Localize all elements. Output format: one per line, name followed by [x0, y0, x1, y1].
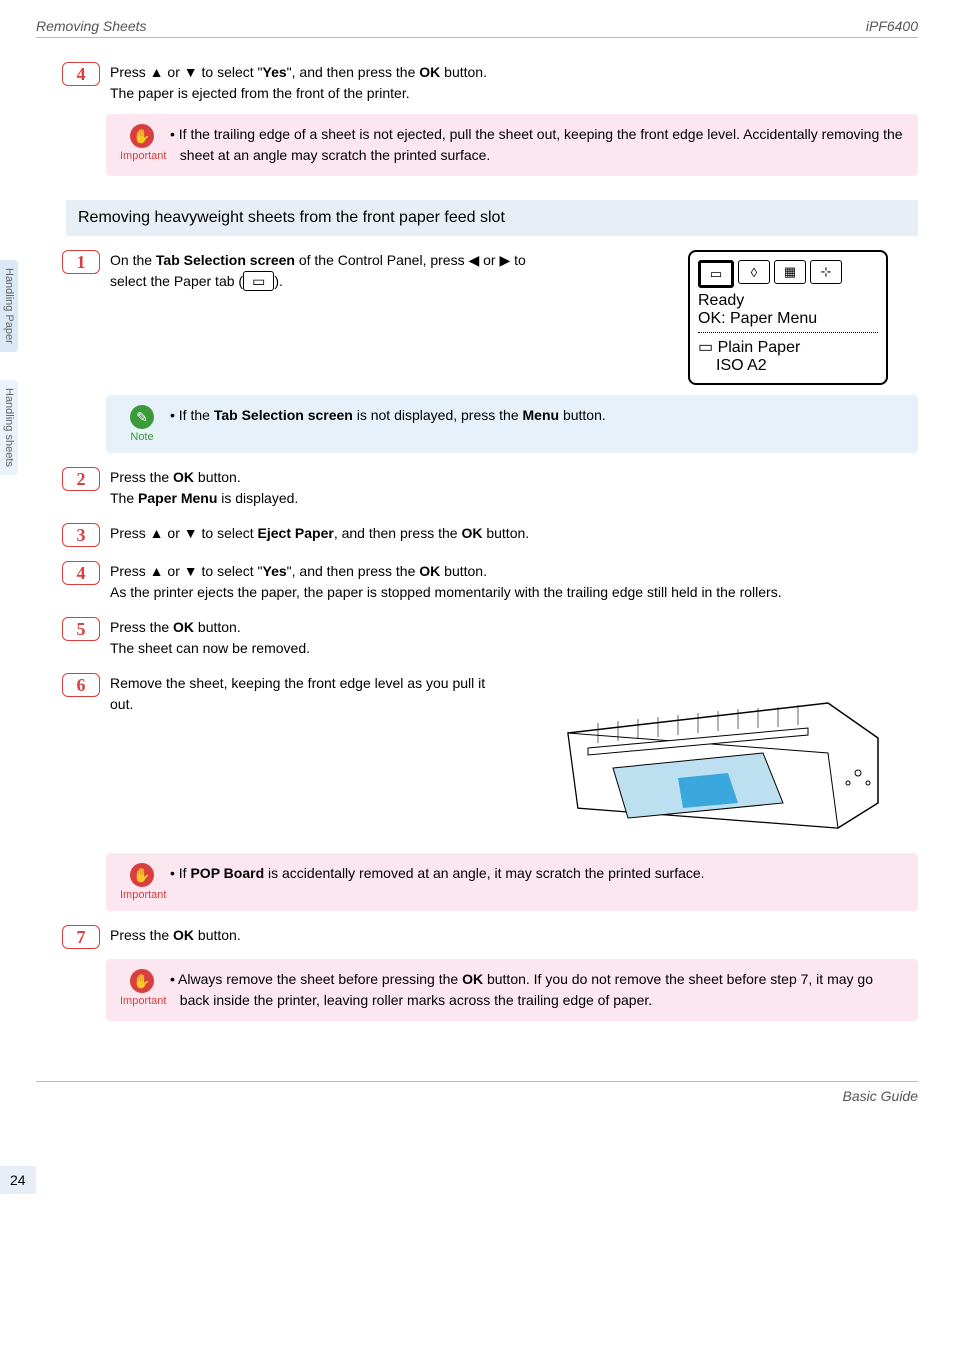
step-6-text: Remove the sheet, keeping the front edge… — [110, 673, 508, 843]
header-right: iPF6400 — [866, 18, 918, 34]
lcd-line-papertype: ▭ Plain Paper — [698, 337, 878, 357]
side-tab-handling-paper: Handling Paper — [0, 260, 18, 352]
lcd-tab-paper-icon: ▭ — [698, 260, 734, 288]
header-left: Removing Sheets — [36, 18, 147, 34]
step-7-text: Press the OK button. — [110, 925, 918, 946]
printer-illustration — [528, 673, 888, 843]
section-heading: Removing heavyweight sheets from the fro… — [66, 200, 918, 236]
important-callout-2: ✋Important • If POP Board is accidentall… — [106, 853, 918, 911]
note-icon: ✎ — [130, 405, 154, 429]
step-2-number: 2 — [62, 467, 100, 491]
step-5-text: Press the OK button. The sheet can now b… — [110, 617, 918, 659]
step-6-number: 6 — [62, 673, 100, 697]
step-4b-text: Press ▲ or ▼ to select "Yes", and then p… — [110, 561, 918, 603]
important-callout-1: ✋Important • If the trailing edge of a s… — [106, 114, 918, 176]
important-icon: ✋ — [130, 124, 154, 148]
step-1-text: On the Tab Selection screen of the Contr… — [110, 250, 550, 385]
important-icon: ✋ — [130, 969, 154, 993]
lcd-panel: ▭ ◊ ▦ ⊹ Ready OK: Paper Menu ▭ Plain Pap… — [688, 250, 888, 385]
step-3-number: 3 — [62, 523, 100, 547]
step-4b-number: 4 — [62, 561, 100, 585]
lcd-line-ready: Ready — [698, 292, 878, 310]
step-4a-text: Press ▲ or ▼ to select "Yes", and then p… — [110, 62, 918, 104]
page-number: 24 — [0, 1166, 36, 1194]
paper-tab-icon: ▭ — [243, 271, 274, 291]
lcd-tab-ink-icon: ◊ — [738, 260, 770, 284]
step-4a-number: 4 — [62, 62, 100, 86]
lcd-tab-settings-icon: ⊹ — [810, 260, 842, 284]
side-tab-handling-sheets: Handling sheets — [0, 380, 18, 475]
important-icon: ✋ — [130, 863, 154, 887]
lcd-tab-job-icon: ▦ — [774, 260, 806, 284]
important-callout-3: ✋Important • Always remove the sheet bef… — [106, 959, 918, 1021]
step-5-number: 5 — [62, 617, 100, 641]
note-callout-1: ✎Note • If the Tab Selection screen is n… — [106, 395, 918, 453]
step-2-text: Press the OK button. The Paper Menu is d… — [110, 467, 918, 509]
step-1-number: 1 — [62, 250, 100, 274]
step-3-text: Press ▲ or ▼ to select Eject Paper, and … — [110, 523, 918, 544]
step-7-number: 7 — [62, 925, 100, 949]
lcd-line-ok: OK: Paper Menu — [698, 310, 878, 328]
lcd-line-size: ISO A2 — [698, 357, 878, 375]
footer: Basic Guide — [36, 1081, 918, 1104]
